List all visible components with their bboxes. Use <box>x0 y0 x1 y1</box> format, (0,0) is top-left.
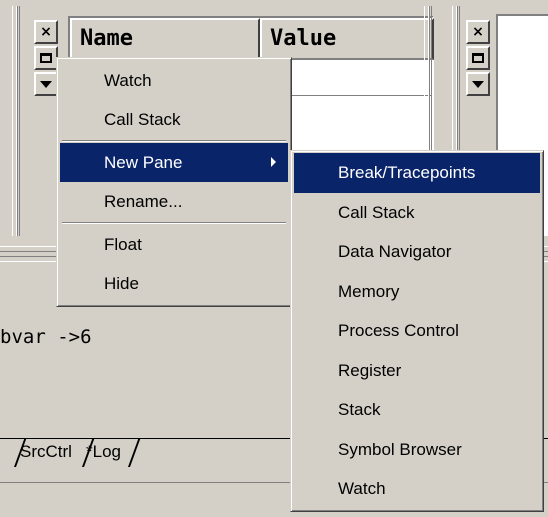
column-header-name[interactable]: Name <box>70 18 260 60</box>
new-pane-submenu: Break/Tracepoints Call Stack Data Naviga… <box>290 150 544 512</box>
menu-item-rename[interactable]: Rename... <box>60 182 288 221</box>
submenu-item-memory[interactable]: Memory <box>294 272 540 312</box>
menu-separator <box>62 222 286 224</box>
tab-srcctrl[interactable]: SrcCtrl <box>20 439 72 467</box>
menu-item-label: New Pane <box>104 153 183 172</box>
close-icon: × <box>40 24 52 40</box>
chevron-right-icon <box>271 157 276 167</box>
dropdown-icon <box>472 80 484 88</box>
restore-pane-button[interactable] <box>34 46 58 70</box>
menu-item-float[interactable]: Float <box>60 225 288 264</box>
tab-divider <box>128 439 141 467</box>
close-icon: × <box>472 24 484 40</box>
submenu-item-call-stack[interactable]: Call Stack <box>294 193 540 233</box>
submenu-item-symbol-browser[interactable]: Symbol Browser <box>294 430 540 470</box>
menu-item-call-stack[interactable]: Call Stack <box>60 100 288 139</box>
debugger-window: × Name Value × bvar ->6 SrcCtrl *Log Wat… <box>0 0 548 517</box>
menu-item-watch[interactable]: Watch <box>60 61 288 100</box>
context-menu: Watch Call Stack New Pane Rename... Floa… <box>56 57 292 307</box>
submenu-item-data-navigator[interactable]: Data Navigator <box>294 232 540 272</box>
menu-separator <box>62 140 286 142</box>
column-header-value[interactable]: Value <box>260 18 434 60</box>
close-pane-button[interactable]: × <box>34 20 58 44</box>
menu-item-hide[interactable]: Hide <box>60 264 288 303</box>
dropdown-icon <box>40 80 52 88</box>
side-restore-button[interactable] <box>466 46 490 70</box>
submenu-item-break-tracepoints[interactable]: Break/Tracepoints <box>294 153 540 193</box>
pane-menu-button[interactable] <box>34 72 58 96</box>
menu-item-new-pane[interactable]: New Pane <box>60 143 288 182</box>
submenu-item-process-control[interactable]: Process Control <box>294 311 540 351</box>
tab-log[interactable]: *Log <box>86 439 121 467</box>
output-text: bvar ->6 <box>0 326 92 348</box>
submenu-item-register[interactable]: Register <box>294 351 540 391</box>
side-close-button[interactable]: × <box>466 20 490 44</box>
pane-grip[interactable] <box>12 6 20 236</box>
submenu-item-stack[interactable]: Stack <box>294 390 540 430</box>
side-menu-button[interactable] <box>466 72 490 96</box>
restore-icon <box>472 53 484 63</box>
restore-icon <box>40 53 52 63</box>
submenu-item-watch[interactable]: Watch <box>294 469 540 509</box>
